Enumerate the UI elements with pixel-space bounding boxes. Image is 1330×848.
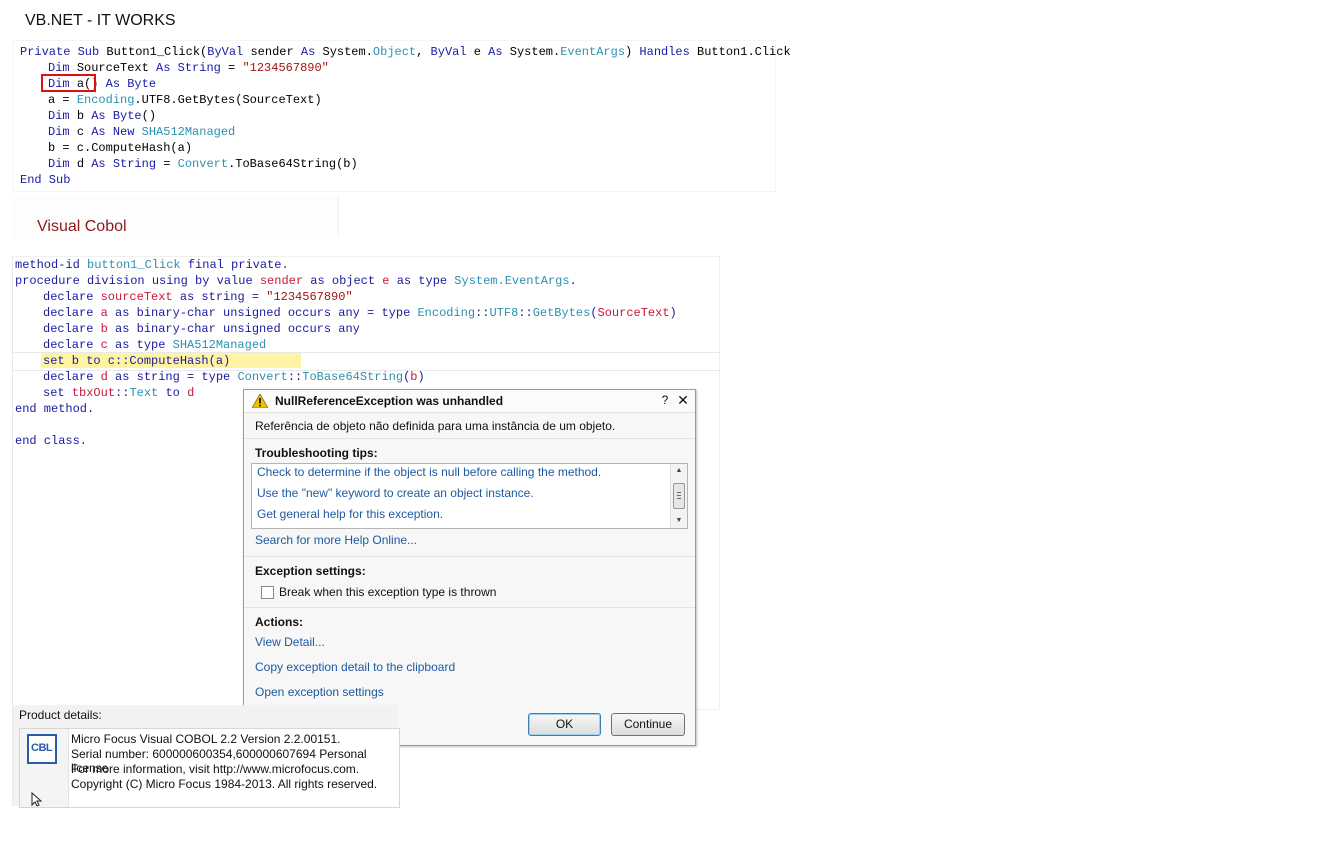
product-copyright-text: Copyright (C) Micro Focus 1984-2013. All… bbox=[71, 777, 378, 791]
divider bbox=[244, 438, 695, 439]
vb-heading: VB.NET - IT WORKS bbox=[25, 12, 176, 29]
divider bbox=[244, 607, 695, 608]
product-version-text: Micro Focus Visual COBOL 2.2 Version 2.2… bbox=[71, 732, 341, 746]
grip-line bbox=[677, 492, 681, 493]
scroll-thumb[interactable] bbox=[673, 483, 685, 509]
cobol-code-line: declare c as type SHA512Managed bbox=[43, 338, 267, 352]
copy-exception-detail-link[interactable]: Copy exception detail to the clipboard bbox=[255, 660, 455, 674]
vb-code-line: Private Sub Button1_Click(ByVal sender A… bbox=[20, 45, 791, 59]
help-icon[interactable]: ? bbox=[659, 393, 671, 407]
close-icon[interactable]: ✕ bbox=[676, 392, 690, 408]
cobol-code-line: end method. bbox=[15, 402, 95, 416]
actions-label: Actions: bbox=[255, 615, 303, 629]
logo-area: CBL bbox=[20, 729, 69, 807]
scroll-down-icon[interactable]: ▼ bbox=[671, 514, 687, 528]
vb-code-line: Dim b As Byte() bbox=[48, 109, 157, 123]
cobol-code-line: declare a as binary-char unsigned occurs… bbox=[43, 306, 677, 320]
tip-link[interactable]: Use the "new" keyword to create an objec… bbox=[257, 486, 534, 500]
cobol-code-line: declare b as binary-char unsigned occurs… bbox=[43, 322, 360, 336]
vb-code-line: a = Encoding.UTF8.GetBytes(SourceText) bbox=[48, 93, 322, 107]
cobol-code-line-current: set b to c::ComputeHash(a) bbox=[43, 354, 231, 368]
exception-message: Referência de objeto não definida para u… bbox=[255, 419, 616, 433]
exception-settings-label: Exception settings: bbox=[255, 564, 366, 578]
product-info-box: CBL Micro Focus Visual COBOL 2.2 Version… bbox=[19, 728, 400, 808]
vb-code-line: Dim c As New SHA512Managed bbox=[48, 125, 236, 139]
grip-line bbox=[677, 498, 681, 499]
grip-line bbox=[677, 495, 681, 496]
troubleshooting-tips-list: Check to determine if the object is null… bbox=[251, 463, 688, 529]
tips-scrollbar[interactable]: ▲ ▼ bbox=[670, 464, 687, 528]
cobol-code-line: procedure division using by value sender… bbox=[15, 274, 577, 288]
vb-code-line: Dim d As String = Convert.ToBase64String… bbox=[48, 157, 358, 171]
cobol-code-line: method-id button1_Click final private. bbox=[15, 258, 289, 272]
scroll-up-icon[interactable]: ▲ bbox=[671, 464, 687, 478]
dialog-title: NullReferenceException was unhandled bbox=[275, 394, 504, 408]
dialog-title-bar: NullReferenceException was unhandled ? ✕ bbox=[244, 390, 695, 413]
cbl-logo-icon: CBL bbox=[27, 734, 57, 764]
divider bbox=[244, 556, 695, 557]
search-help-online-link[interactable]: Search for more Help Online... bbox=[255, 533, 417, 547]
cobol-code-line: declare d as string = type Convert::ToBa… bbox=[43, 370, 425, 384]
continue-button[interactable]: Continue bbox=[611, 713, 685, 736]
product-details-label: Product details: bbox=[19, 708, 102, 722]
exception-dialog: NullReferenceException was unhandled ? ✕… bbox=[243, 389, 696, 746]
mouse-cursor-icon bbox=[31, 792, 43, 807]
cobol-code-line: set tbxOut::Text to d bbox=[43, 386, 195, 400]
warning-icon bbox=[252, 394, 268, 408]
vb-code-block: Private Sub Button1_Click(ByVal sender A… bbox=[12, 40, 791, 192]
cobol-code-line: end class. bbox=[15, 434, 88, 448]
product-details-panel: Product details: CBL Micro Focus Visual … bbox=[13, 705, 400, 808]
troubleshooting-label: Troubleshooting tips: bbox=[255, 446, 378, 460]
tip-link[interactable]: Get general help for this exception. bbox=[257, 507, 443, 521]
view-detail-link[interactable]: View Detail... bbox=[255, 635, 325, 649]
vb-code-line: b = c.ComputeHash(a) bbox=[48, 141, 193, 155]
product-info-url-text: For more information, visit http://www.m… bbox=[71, 762, 360, 776]
open-exception-settings-link[interactable]: Open exception settings bbox=[255, 685, 384, 699]
vb-code-line: End Sub bbox=[20, 173, 71, 187]
cobol-code-line: declare sourceText as string = "12345678… bbox=[43, 290, 353, 304]
break-on-exception-checkbox[interactable] bbox=[261, 586, 274, 599]
tip-link[interactable]: Check to determine if the object is null… bbox=[257, 465, 601, 479]
break-on-exception-label[interactable]: Break when this exception type is thrown bbox=[279, 585, 496, 599]
ok-button[interactable]: OK bbox=[528, 713, 601, 736]
error-highlight-box bbox=[41, 74, 96, 92]
cobol-heading: Visual Cobol bbox=[37, 218, 127, 235]
